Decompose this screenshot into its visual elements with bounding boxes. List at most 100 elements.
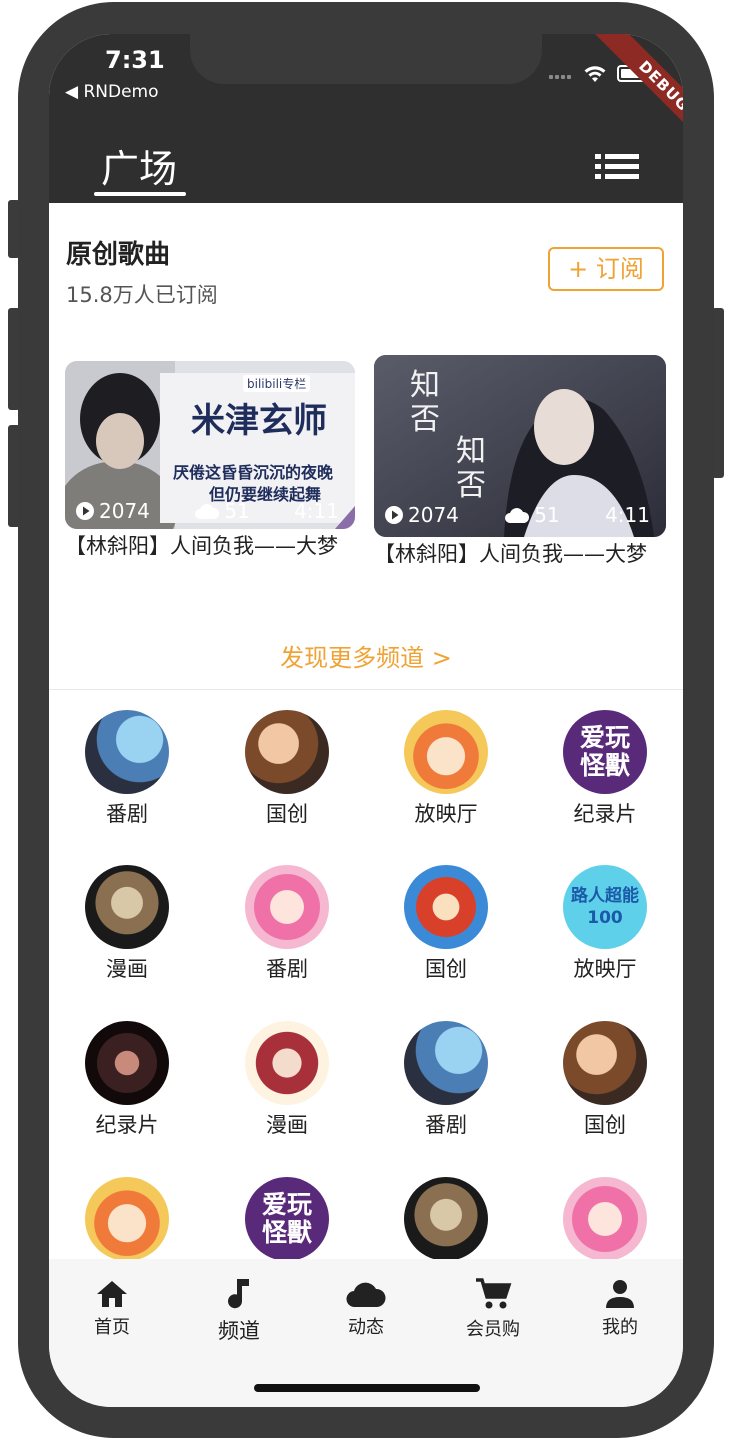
cloud-icon <box>346 1282 386 1308</box>
list-menu-icon[interactable] <box>595 152 639 182</box>
grid-item[interactable] <box>545 1177 665 1261</box>
grid-item[interactable]: 漫画 <box>67 865 187 983</box>
grid-label: 放映厅 <box>573 957 637 981</box>
grid-item[interactable]: 国创 <box>545 1021 665 1139</box>
play-count: 2074 <box>99 499 150 523</box>
debug-banner: DEBUG <box>588 34 683 162</box>
grid-item[interactable] <box>67 1177 187 1261</box>
grid-item[interactable]: 纪录片 <box>67 1021 187 1139</box>
tab-member-shop[interactable]: 会员购 <box>438 1277 548 1341</box>
channel-avatar <box>85 865 169 949</box>
channel-avatar <box>404 710 488 794</box>
comment-cloud-icon <box>505 508 530 523</box>
tab-indicator <box>94 192 186 196</box>
thumb-brand-text: bilibili专栏 <box>243 375 311 392</box>
grid-label: 漫画 <box>106 957 148 981</box>
grid-label: 漫画 <box>266 1113 308 1137</box>
subscribe-button[interactable]: + 订阅 <box>548 247 664 291</box>
grid-label: 番剧 <box>266 957 308 981</box>
grid-item[interactable]: 国创 <box>227 710 347 828</box>
discover-more-channels-link[interactable]: 发现更多频道 > <box>49 638 683 673</box>
play-count-icon <box>385 506 403 524</box>
tab-label: 首页 <box>94 1317 130 1338</box>
grid-label: 番剧 <box>106 802 148 826</box>
comment-cloud-icon <box>195 504 220 519</box>
channel-avatar: 爱玩怪獸 <box>245 1177 329 1261</box>
device-notch <box>190 34 542 84</box>
tab-label: 会员购 <box>466 1319 520 1340</box>
back-to-app-link[interactable]: ◀ RNDemo <box>65 82 159 102</box>
channel-avatar <box>245 1021 329 1105</box>
person-icon <box>606 1280 634 1308</box>
video-duration: 4:11 <box>605 503 650 527</box>
video-card[interactable]: 知否 知否 2074 51 4:11 【林斜阳】人间负我——大梦 <box>374 355 666 601</box>
comment-count: 51 <box>224 499 250 523</box>
channel-avatar <box>245 865 329 949</box>
tab-label: 我的 <box>602 1317 638 1338</box>
channel-avatar <box>85 710 169 794</box>
channel-subscriber-count: 15.8万人已订阅 <box>66 283 218 307</box>
channel-avatar <box>404 865 488 949</box>
grid-label: 番剧 <box>425 1113 467 1137</box>
grid-label: 纪录片 <box>95 1113 159 1137</box>
grid-item[interactable]: 爱玩怪獸 <box>227 1177 347 1261</box>
tab-profile[interactable]: 我的 <box>565 1279 675 1339</box>
grid-label: 国创 <box>584 1113 626 1137</box>
grid-label: 纪录片 <box>573 802 637 826</box>
avatar-badge-text: 爱玩怪獸 <box>579 723 630 780</box>
channel-avatar: 路人超能100 <box>563 865 647 949</box>
video-duration: 4:11 <box>294 499 339 523</box>
tab-dynamic[interactable]: 动态 <box>311 1281 421 1339</box>
tab-home[interactable]: 首页 <box>57 1279 167 1339</box>
video-title[interactable]: 【林斜阳】人间负我——大梦 <box>65 531 355 561</box>
thumb-heading-text: 米津玄师 <box>191 401 327 441</box>
grid-label: 国创 <box>425 957 467 981</box>
home-indicator[interactable] <box>254 1384 480 1392</box>
channel-avatar <box>404 1021 488 1105</box>
video-thumbnail: 知否 知否 2074 51 4:11 <box>374 355 666 537</box>
comment-count: 51 <box>534 503 560 527</box>
music-note-icon <box>228 1279 249 1309</box>
thumb-caption-line1: 厌倦这昏昏沉沉的夜晚 <box>173 463 334 482</box>
video-thumbnail: bilibili专栏 米津玄师 厌倦这昏昏沉沉的夜晚 但仍要继续起舞 2074 … <box>65 361 355 529</box>
grid-label: 国创 <box>266 802 308 826</box>
tab-plaza[interactable]: 广场 <box>101 138 177 193</box>
grid-label: 放映厅 <box>414 802 478 826</box>
grid-item[interactable]: 番剧 <box>386 1021 506 1139</box>
signal-icon <box>549 64 573 83</box>
home-icon <box>97 1281 127 1307</box>
avatar-badge-text: 爱玩怪獸 <box>261 1190 312 1247</box>
play-count: 2074 <box>408 503 459 527</box>
video-stats: 2074 51 4:11 <box>65 493 355 529</box>
channel-avatar <box>85 1177 169 1261</box>
grid-item[interactable]: 漫画 <box>227 1021 347 1139</box>
play-count-icon <box>76 502 94 520</box>
thumb-calligraphy-a: 知否 <box>410 368 440 437</box>
channel-avatar <box>404 1177 488 1261</box>
avatar-badge-text: 路人超能100 <box>571 886 639 928</box>
channel-avatar <box>85 1021 169 1105</box>
tab-label: 频道 <box>218 1319 260 1343</box>
thumb-calligraphy-b: 知否 <box>456 434 486 503</box>
tab-label: 动态 <box>348 1317 384 1338</box>
channel-title: 原创歌曲 <box>66 240 171 270</box>
grid-item[interactable]: 放映厅 <box>386 710 506 828</box>
channel-avatar <box>245 710 329 794</box>
video-stats: 2074 51 4:11 <box>374 497 666 533</box>
app-screen: 7:31 ◀ RNDemo DEBUG 广场 原创歌曲 15.8万人已订阅 + … <box>49 34 683 1407</box>
channel-avatar <box>563 1021 647 1105</box>
status-time: 7:31 <box>105 46 165 74</box>
grid-item[interactable]: 国创 <box>386 865 506 983</box>
grid-item[interactable] <box>386 1177 506 1261</box>
app-header: 7:31 ◀ RNDemo DEBUG 广场 <box>49 34 683 203</box>
video-card[interactable]: bilibili专栏 米津玄师 厌倦这昏昏沉沉的夜晚 但仍要继续起舞 2074 … <box>65 361 355 601</box>
grid-item[interactable]: 番剧 <box>67 710 187 828</box>
wifi-icon <box>584 65 606 82</box>
grid-item[interactable]: 番剧 <box>227 865 347 983</box>
channel-avatar: 爱玩怪獸 <box>563 710 647 794</box>
video-title[interactable]: 【林斜阳】人间负我——大梦 <box>374 539 666 569</box>
section-divider <box>49 689 683 690</box>
grid-item[interactable]: 路人超能100 放映厅 <box>545 865 665 983</box>
grid-item[interactable]: 爱玩怪獸 纪录片 <box>545 710 665 828</box>
tab-channel[interactable]: 频道 <box>184 1277 294 1345</box>
